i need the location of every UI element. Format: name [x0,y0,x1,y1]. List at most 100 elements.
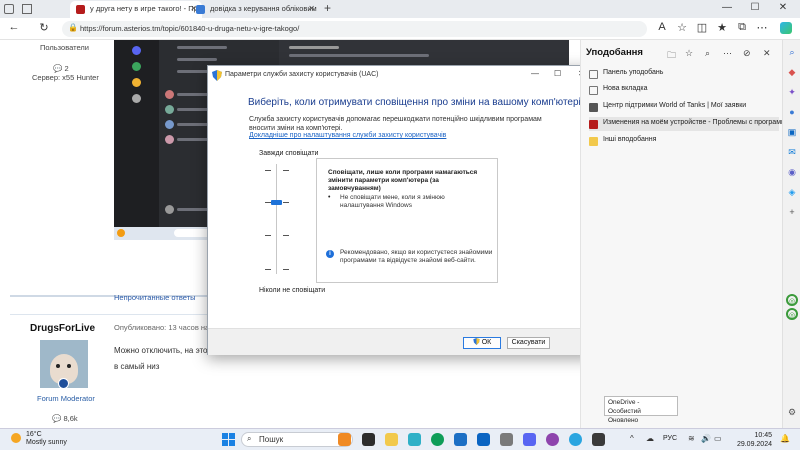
favorite-label: Изменения на моём устройстве - Проблемы … [603,119,786,126]
copilot-app-icon[interactable] [338,433,351,446]
add-favorite-icon[interactable]: ☆ [685,48,693,59]
search-placeholder: Пошук [259,435,284,444]
teams-icon[interactable]: ◉ [786,166,798,178]
favorite-wot-support[interactable]: Центр підтримки World of Tanks | Мої зая… [589,102,746,116]
minimize-button[interactable]: — [712,2,742,13]
favorite-label: Центр підтримки World of Tanks | Мої зая… [603,102,747,109]
extension-icon[interactable]: ◎ [786,294,798,306]
workspaces-icon[interactable] [4,4,14,14]
outlook-app-icon[interactable] [477,433,490,446]
new-tab-button[interactable]: + [324,1,331,15]
edge-icon[interactable] [431,433,444,446]
app-icon[interactable] [500,433,513,446]
discord-app-icon[interactable] [523,433,536,446]
volume-icon[interactable]: 🔊 [701,434,711,443]
favorite-asterios-topic[interactable]: Изменения на моём устройстве - Проблемы … [589,117,786,131]
tab-help[interactable]: довідка з керування обліковим ✕ [190,1,320,18]
dialog-description: Служба захисту користувачів допомагає пе… [249,116,542,132]
minimize-button[interactable]: — [531,69,539,78]
settings-app-icon[interactable] [454,433,467,446]
favorites-icon[interactable]: ★ [714,21,730,34]
users-label: Пользователи [40,43,89,52]
uac-settings-dialog: Параметри служби захисту користувачів (U… [207,65,594,355]
onedrive-tooltip: OneDrive - Особистий Оновлено [604,396,678,424]
refresh-icon[interactable]: ↻ [36,21,52,34]
post-text-line: в самый низ [114,362,160,371]
bullet-icon: • [328,194,331,201]
recommendation-text: Рекомендовано, якщо ви користуєтеся знай… [340,249,493,264]
maximize-button[interactable]: ☐ [740,2,770,13]
add-folder-icon[interactable]: 🗀 [667,48,676,64]
more-menu-icon[interactable]: ⋯ [754,21,770,34]
slider-tick [283,202,289,203]
avatar[interactable] [40,340,88,388]
show-hidden-icons[interactable]: ^ [630,434,634,443]
tab-forum[interactable]: у друга нету в игре такого! - Пр ✕ [70,1,202,18]
server-label: Сервер: x55 Hunter [32,73,99,82]
uac-app-icon[interactable] [592,433,605,446]
comment-icon: 💬 [52,414,62,423]
sidebar-settings-icon[interactable]: ⚙ [786,406,798,418]
back-icon[interactable]: ← [6,21,22,33]
viber-app-icon[interactable] [546,433,559,446]
asterios-icon [589,120,598,129]
favorite-star-icon[interactable]: ☆ [674,21,690,34]
drop-icon[interactable]: ◈ [786,186,798,198]
moderator-badge-icon [58,378,69,388]
edge-sidebar: ⌕ ◆ ✦ ● ▣ ✉ ◉ ◈ + ◎ ◎ ⚙ [782,40,800,428]
windows-taskbar: 16°C Mostly sunny ⌕ Пошук ^ ☁ РУС ≋ 🔊 ▭ … [0,428,800,450]
close-tab-icon[interactable]: ✕ [308,4,315,13]
games-icon[interactable]: ● [786,106,798,118]
office-icon[interactable]: ▣ [786,126,798,138]
battery-icon[interactable]: ▭ [714,434,722,443]
add-app-icon[interactable]: + [786,206,798,218]
tools-icon[interactable]: ✦ [786,86,798,98]
language-indicator[interactable]: РУС [663,435,677,442]
file-explorer-icon[interactable] [385,433,398,446]
notifications-icon[interactable]: 🔔 [780,434,790,443]
search-icon[interactable]: ⌕ [705,48,710,59]
shopping-icon[interactable]: ◆ [786,66,798,78]
split-screen-icon[interactable]: ◫ [694,21,710,34]
url-input[interactable]: 🔒 https://forum.asterios.tm/topic/601840… [62,21,647,37]
pin-icon[interactable]: ⊘ [743,48,751,59]
maximize-button[interactable]: ☐ [554,69,561,78]
search-icon[interactable]: ⌕ [786,46,798,58]
close-panel-icon[interactable]: ✕ [763,48,771,59]
onedrive-icon[interactable]: ☁ [646,434,654,443]
wifi-icon[interactable]: ≋ [688,434,695,443]
more-options-icon[interactable]: ⋯ [723,48,732,59]
post-author[interactable]: DrugsForLive [30,323,95,334]
extension-icon[interactable]: ◎ [786,308,798,320]
outlook-icon[interactable]: ✉ [786,146,798,158]
telegram-app-icon[interactable] [569,433,582,446]
tab-actions-icon[interactable] [22,4,32,14]
new-tab-folder[interactable]: Нова вкладка [589,85,647,99]
weather-widget[interactable]: 16°C Mostly sunny [11,431,67,447]
server-icon [132,62,141,71]
slider-tick [283,269,289,270]
address-bar-row: ← ↻ 🔒 https://forum.asterios.tm/topic/60… [0,18,800,40]
store-icon[interactable] [408,433,421,446]
taskbar-search[interactable]: ⌕ Пошук [241,432,353,447]
cancel-button[interactable]: Скасувати [507,337,550,349]
notify-slider-thumb[interactable] [271,200,282,205]
copilot-icon[interactable] [780,22,792,34]
read-aloud-icon[interactable]: A [654,21,670,33]
ok-label: ОК [481,339,492,346]
learn-more-link[interactable]: Докладніше про налаштування служби захис… [249,132,446,139]
server-icon [132,78,141,87]
wot-icon [589,103,598,112]
windows-start-icon[interactable] [222,433,235,446]
unread-replies-link[interactable]: Непрочитанные ответы [114,293,195,302]
system-clock[interactable]: 10:45 29.09.2024 [728,431,772,449]
level-description-box: Сповіщати, лише коли програми намагаютьс… [316,158,498,283]
other-favorites-folder[interactable]: Інші вподобання [589,136,656,150]
close-window-button[interactable]: ✕ [768,2,798,13]
collections-icon[interactable]: ⧉ [734,21,750,34]
task-view-icon[interactable] [362,433,375,446]
ok-button[interactable]: ОК [463,337,501,349]
dialog-footer: ОК Скасувати [208,328,593,355]
notify-slider-track[interactable] [276,164,277,274]
favorites-bar-folder[interactable]: Панель уподобань [589,69,663,83]
